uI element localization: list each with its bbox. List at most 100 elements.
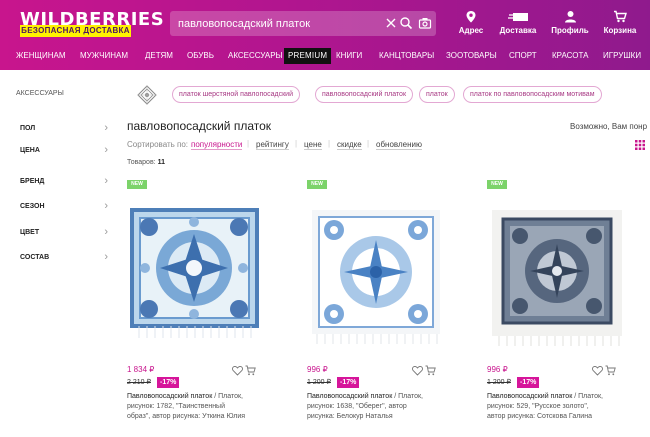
sort-price[interactable]: цене	[304, 140, 322, 150]
product-description[interactable]: Павловопосадский платок / Платок, рисуно…	[127, 392, 277, 422]
discount-badge: -17%	[157, 377, 180, 388]
nav-item-kids[interactable]: Детям	[145, 48, 173, 64]
grid-view-icon[interactable]	[635, 140, 645, 150]
product-line-3: рисунка: Белокур Наталья	[307, 413, 393, 420]
old-price: 2 210 ₽	[127, 379, 151, 386]
product-brand: Павловопосадский платок	[307, 393, 393, 400]
product-image[interactable]	[307, 192, 467, 352]
sort-label: Сортировать по:	[127, 140, 189, 149]
ornament-icon	[137, 85, 157, 105]
filter-color[interactable]: ЦВЕТ ›	[20, 226, 110, 245]
header: WILDBERRIES БЕЗОПАСНАЯ ДОСТАВКА Адрес До…	[0, 0, 650, 70]
cart-label: Корзина	[603, 26, 637, 35]
nav-item-men[interactable]: Мужчинам	[80, 48, 128, 64]
filter-label: ЦВЕТ	[20, 229, 40, 236]
delivery-button[interactable]: Доставка	[493, 10, 543, 35]
profile-label: Профиль	[551, 26, 589, 35]
product-line-2: рисунок: 529, "Русское золото",	[487, 403, 589, 410]
nav-item-premium[interactable]: PREMIUM	[284, 48, 332, 64]
add-to-cart-icon[interactable]	[245, 365, 256, 376]
nav-item-accessories[interactable]: Аксессуары	[228, 48, 283, 64]
recommendations-link[interactable]: Возможно, Вам понр	[570, 122, 647, 131]
product-description[interactable]: Павловопосадский платок / Платок, рисуно…	[307, 392, 457, 422]
filter-composition[interactable]: СОСТАВ ›	[20, 251, 110, 270]
sort-discount[interactable]: скидке	[337, 140, 362, 150]
new-badge: NEW	[127, 180, 147, 189]
search-icon[interactable]	[399, 16, 413, 30]
page-title: павловопосадский платок	[127, 119, 272, 133]
cart-icon	[614, 10, 627, 23]
discount-badge: -17%	[337, 377, 360, 388]
search-bar[interactable]	[170, 11, 436, 36]
chevron-right-icon: ›	[104, 200, 108, 212]
nav-item-books[interactable]: Книги	[336, 48, 362, 64]
tag-shawl[interactable]: платок	[419, 86, 455, 103]
product-brand: Павловопосадский платок	[127, 393, 213, 400]
filter-gender[interactable]: ПОЛ ›	[20, 122, 110, 141]
product-line-3: автор рисунка: Сотскова Галина	[487, 413, 592, 420]
search-input[interactable]	[178, 16, 378, 31]
add-to-cart-icon[interactable]	[605, 365, 616, 376]
nav-item-women[interactable]: Женщинам	[16, 48, 66, 64]
product-count: Товаров: 11	[127, 159, 165, 166]
filter-label: СЕЗОН	[20, 203, 45, 210]
tag-wool-shawl[interactable]: платок шерстяной павлопосадский	[172, 86, 300, 103]
clear-icon[interactable]	[384, 16, 398, 30]
product-image[interactable]	[487, 192, 647, 352]
chevron-right-icon: ›	[104, 175, 108, 187]
discount-badge: -17%	[517, 377, 540, 388]
chevron-right-icon: ›	[104, 144, 108, 156]
cart-button[interactable]: Корзина	[595, 10, 645, 35]
filter-label: БРЕНД	[20, 178, 45, 185]
product-description[interactable]: Павловопосадский платок / Платок, рисуно…	[487, 392, 637, 422]
new-badge: NEW	[487, 180, 507, 189]
old-price: 1 200 ₽	[487, 379, 511, 386]
delivery-icon	[508, 13, 528, 21]
profile-icon	[564, 11, 576, 23]
sort-popularity[interactable]: популярности	[191, 140, 243, 150]
sort-separator: |	[295, 139, 298, 148]
product-price: 1 834 ₽	[127, 365, 155, 374]
filter-price[interactable]: ЦЕНА ›	[20, 144, 110, 163]
chevron-right-icon: ›	[104, 122, 108, 134]
product-image[interactable]	[127, 192, 287, 352]
product-name: / Платок,	[212, 393, 243, 400]
product-card[interactable]: NEW 996 ₽ 1 200 ₽ -17% Павловопосадский …	[307, 180, 467, 437]
product-price: 996 ₽	[307, 365, 328, 374]
heart-icon[interactable]	[412, 365, 423, 376]
address-button[interactable]: Адрес	[446, 10, 496, 35]
product-name: / Платок,	[572, 393, 603, 400]
nav-item-shoes[interactable]: Обувь	[187, 48, 214, 64]
tag-pavlovoposad-shawl[interactable]: павловопосадский платок	[315, 86, 414, 103]
nav-item-toys[interactable]: Игрушки	[603, 48, 641, 64]
product-price: 996 ₽	[487, 365, 508, 374]
nav-item-sport[interactable]: Спорт	[509, 48, 537, 64]
sort-new[interactable]: обновлению	[376, 140, 422, 150]
add-to-cart-icon[interactable]	[425, 365, 436, 376]
category-nav: Женщинам Мужчинам Детям Обувь Аксессуары…	[0, 48, 650, 64]
filter-brand[interactable]: БРЕНД ›	[20, 175, 110, 194]
profile-button[interactable]: Профиль	[545, 10, 595, 35]
new-badge: NEW	[307, 180, 327, 189]
product-card[interactable]: NEW 1 834 ₽ 2 210 ₽ -17% Павловопосадски…	[127, 180, 287, 437]
product-brand: Павловопосадский платок	[487, 393, 573, 400]
heart-icon[interactable]	[232, 365, 243, 376]
product-card[interactable]: NEW 996 ₽ 1 200 ₽ -17% Павловопосадский …	[487, 180, 647, 437]
sort-rating[interactable]: рейтингу	[256, 140, 289, 150]
delivery-label: Доставка	[499, 26, 537, 35]
address-label: Адрес	[458, 26, 484, 35]
tag-shawl-motifs[interactable]: платок по павловопосадским мотивам	[463, 86, 602, 103]
nav-item-beauty[interactable]: Красота	[552, 48, 588, 64]
nav-item-pets[interactable]: Зоотовары	[446, 48, 497, 64]
sort-separator: |	[247, 139, 250, 148]
chevron-right-icon: ›	[104, 226, 108, 238]
filter-season[interactable]: СЕЗОН ›	[20, 200, 110, 219]
camera-icon[interactable]	[418, 16, 432, 30]
nav-item-stationery[interactable]: Канцтовары	[379, 48, 434, 64]
heart-icon[interactable]	[592, 365, 603, 376]
breadcrumb[interactable]: Аксессуары	[16, 90, 64, 97]
old-price: 1 200 ₽	[307, 379, 331, 386]
product-line-3: образ", автор рисунка: Уткина Юлия	[127, 413, 246, 420]
product-line-2: рисунок: 1782, "Таинственный	[127, 403, 226, 410]
sort-separator: |	[367, 139, 370, 148]
